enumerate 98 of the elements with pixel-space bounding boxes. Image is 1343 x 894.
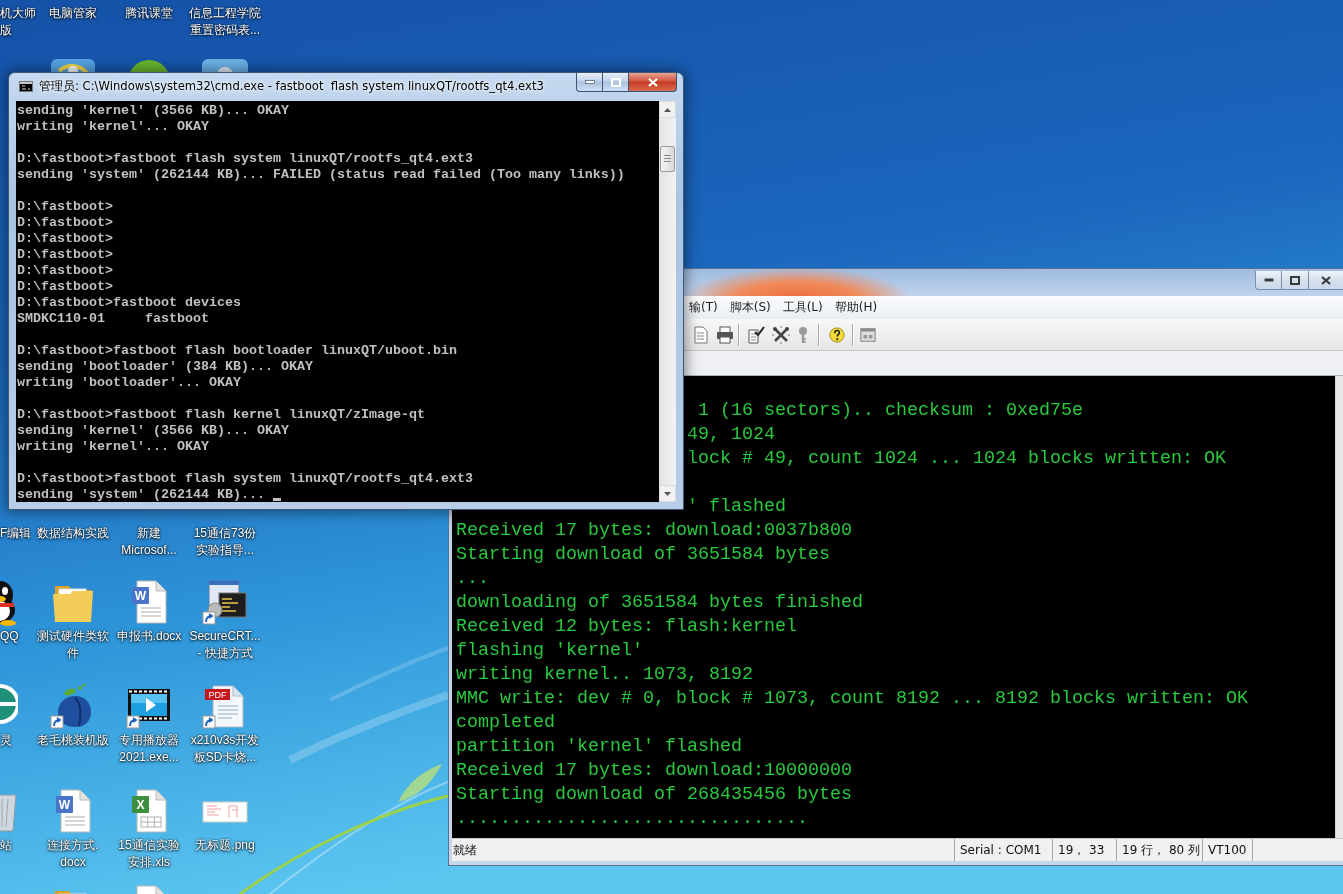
icon-label[interactable]: F编辑 [0, 525, 32, 542]
scroll-down-button[interactable] [659, 485, 676, 502]
console-line: writing 'bootloader'... OKAY [17, 375, 241, 391]
terminal-app-icon[interactable] [201, 578, 249, 626]
maximize-button[interactable] [1282, 271, 1309, 290]
icon-label[interactable]: 15通信实验安排.xls [112, 837, 186, 871]
close-icon [647, 77, 658, 87]
scrollbar[interactable] [659, 101, 676, 502]
icon-label[interactable]: 电脑管家 [36, 5, 110, 22]
console-line: D:\fastboot> [17, 231, 113, 247]
minimize-button[interactable] [576, 73, 603, 92]
console-line: D:\fastboot> [17, 247, 113, 263]
document-check-icon[interactable] [747, 325, 765, 344]
icon-label[interactable]: 灵 [0, 732, 12, 749]
maximize-icon [1290, 275, 1300, 285]
penguin-icon[interactable] [0, 578, 18, 626]
console-icon [19, 81, 33, 92]
maximize-button[interactable] [603, 73, 629, 92]
terminal-line: ................................ [456, 807, 808, 831]
icon-label[interactable]: 测试硬件类软件 [36, 628, 110, 662]
terminal-line: Starting download of 3651584 bytes [456, 543, 830, 567]
icon-label[interactable]: 无标题.png [188, 837, 262, 854]
scroll-up-button[interactable] [659, 101, 676, 118]
console-line: writing 'kernel'... OKAY [17, 439, 209, 455]
minimize-icon [584, 80, 595, 84]
console-line: D:\fastboot> [17, 199, 113, 215]
menu-item[interactable]: 脚本(S) [725, 297, 775, 318]
status-message: 就绪 [452, 841, 477, 859]
status-pane: 19 行， 80 列 [1116, 839, 1202, 861]
maximize-icon [610, 77, 621, 87]
printer-icon[interactable] [716, 325, 734, 344]
terminal-line: writing kernel.. 1073, 8192 [456, 663, 753, 687]
help-icon[interactable] [829, 326, 845, 343]
terminal-line: MMC write: dev # 0, block # 1073, count 8192 ... 8192 blocks written: OK [456, 687, 1248, 711]
key-icon[interactable] [796, 325, 810, 344]
icon-label[interactable]: 专用播放器 2021.exe... [112, 732, 186, 766]
terminal-line: lock # 49, count 1024 ... 1024 blocks written: OK [686, 447, 1226, 471]
up-arrow-icon [664, 107, 671, 112]
menu-item[interactable]: 工具(L) [778, 297, 827, 318]
terminal-line: Received 17 bytes: download:0037b800 [456, 519, 852, 543]
terminal-line: Starting download of 268435456 bytes [456, 783, 852, 807]
console-line: D:\fastboot>fastboot devices [17, 295, 241, 311]
console-line: D:\fastboot>fastboot flash kernel linuxQT/zImage-qt [17, 407, 425, 423]
icon-label[interactable]: 新建 Microsof... [112, 525, 186, 559]
console-line: D:\fastboot> [17, 279, 113, 295]
console-line: D:\fastboot>fastboot flash system linuxQT/rootfs_qt4.ext3 [17, 151, 473, 167]
icon-label[interactable]: 站 [0, 837, 12, 854]
icon-label[interactable]: SecureCRT... - 快捷方式 [188, 628, 262, 662]
scrollbar[interactable] [1335, 376, 1343, 838]
status-pane: 19， 33 [1052, 839, 1116, 861]
console-line: sending 'kernel' (3566 KB)... OKAY [17, 423, 289, 439]
console-line: sending 'kernel' (3566 KB)... OKAY [17, 103, 289, 119]
icon-label[interactable]: 老毛桃装机版 [36, 732, 110, 749]
icon-label[interactable]: x210v3s开发板SD卡烧... [188, 732, 262, 766]
console-line: sending 'system' (262144 KB)... [17, 487, 265, 503]
window-title: 管理员: C:\Windows\system32\cmd.exe - fastboot flash system linuxQT/rootfs_qt4.ext3 [39, 78, 544, 94]
icon-label[interactable]: 腾讯课堂 [112, 5, 186, 22]
app-icon[interactable] [49, 57, 97, 72]
terminal-line: ... [456, 567, 489, 591]
terminal-line: completed [456, 711, 555, 735]
close-button[interactable] [1309, 271, 1343, 290]
terminal-line: 1 (16 sectors).. checksum : 0xed75e [697, 399, 1083, 423]
terminal-line: ' flashed [686, 495, 786, 519]
icon-label[interactable]: 数据结构实践 [36, 525, 110, 542]
close-button[interactable] [629, 73, 677, 92]
icon-label[interactable]: 连接方式. docx [36, 837, 110, 871]
icon-label[interactable]: 15通信73份实验指导... [188, 525, 262, 559]
console-line: D:\fastboot>fastboot flash bootloader linuxQT/uboot.bin [17, 343, 457, 359]
app-icon[interactable] [201, 57, 249, 72]
terminal-line: Received 12 bytes: flash:kernel [456, 615, 797, 639]
terminal-line: Received 17 bytes: download:10000000 [456, 759, 852, 783]
icon-label[interactable]: 申报书.docx [112, 628, 186, 645]
icon-label[interactable]: 机大师版 [0, 5, 37, 39]
leaf-drawing [398, 764, 442, 802]
close-icon [1321, 275, 1331, 285]
icon-label[interactable]: QQ [0, 628, 19, 645]
terminal-line: partition 'kernel' flashed [456, 735, 742, 759]
status-pane: VT100 [1202, 839, 1252, 861]
tools-icon[interactable] [772, 325, 790, 344]
icon-label[interactable]: 信息工程学院重置密码表... [188, 5, 262, 39]
minimize-button[interactable] [1255, 271, 1282, 290]
console-line: sending 'system' (262144 KB)... FAILED (status read failed (Too many links)) [17, 167, 625, 183]
console-line: SMDKC110-01 fastboot [17, 311, 209, 327]
terminal-line: downloading of 3651584 bytes finished [456, 591, 863, 615]
console-line: sending 'bootloader' (384 KB)... OKAY [17, 359, 313, 375]
minimize-icon [1263, 278, 1274, 282]
console-line: D:\fastboot> [17, 263, 113, 279]
menu-item[interactable]: 帮助(H) [830, 297, 882, 318]
console-line: writing 'kernel'... OKAY [17, 119, 209, 135]
console-line: D:\fastboot>fastboot flash system linuxQT/rootfs_qt4.ext3 [17, 471, 473, 487]
status-pane: Serial : COM1 [954, 839, 1052, 861]
terminal-line: 49, 1024 [686, 423, 775, 447]
down-arrow-icon [664, 491, 671, 496]
window-icon[interactable] [860, 326, 876, 343]
terminal-line: flashing 'kernel' [456, 639, 643, 663]
menu-item[interactable]: 输(T) [685, 297, 722, 318]
console-line: D:\fastboot> [17, 215, 113, 231]
scrollbar-thumb[interactable] [660, 146, 675, 172]
